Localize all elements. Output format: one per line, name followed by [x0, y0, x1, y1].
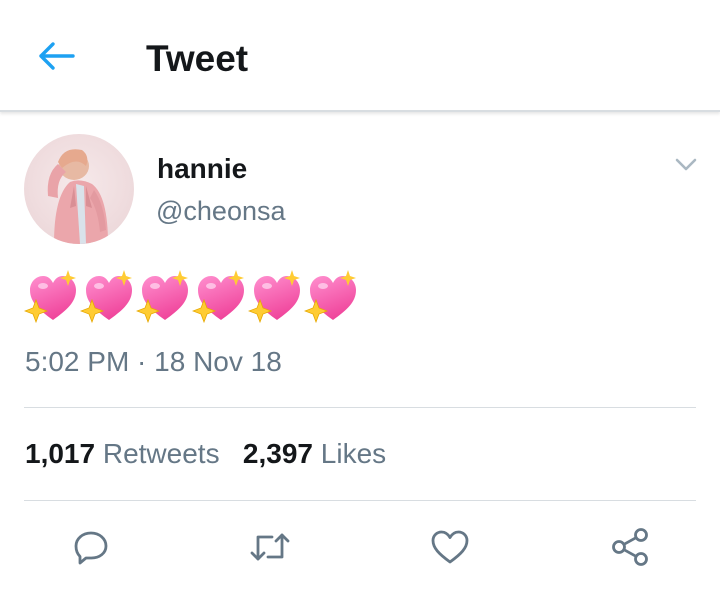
avatar-photo: [47, 149, 108, 244]
sparkling-heart-emoji: [304, 270, 356, 324]
like-button[interactable]: [425, 524, 475, 570]
retweets-stat[interactable]: 1,017 Retweets: [25, 438, 220, 469]
divider: [24, 407, 696, 408]
page-title: Tweet: [146, 38, 249, 79]
likes-count: 2,397: [242, 438, 313, 469]
sparkling-heart-emoji: [192, 270, 244, 324]
chevron-down-icon: [675, 158, 697, 171]
tweet-detail-screen: Tweet hannie @cheonsa 5:02 PM · 18 Nov 1…: [0, 0, 720, 600]
arrow-left-icon: [39, 42, 75, 70]
retweets-count: 1,017: [25, 438, 96, 469]
share-icon: [612, 528, 648, 566]
more-options-button[interactable]: [668, 150, 704, 180]
sparkling-heart-emoji: [80, 270, 132, 324]
retweet-button[interactable]: [245, 524, 295, 570]
sparkling-heart-emoji: [136, 270, 188, 324]
retweet-icon: [250, 533, 290, 561]
reply-icon: [74, 531, 108, 565]
tweet-text: [24, 268, 358, 328]
retweets-label: Retweets: [102, 438, 220, 469]
like-icon: [431, 530, 469, 564]
tweet-stats: 1,017 Retweets 2,397 Likes: [25, 438, 386, 470]
share-button[interactable]: [605, 524, 655, 570]
divider: [24, 500, 696, 501]
tweet-timestamp[interactable]: 5:02 PM · 18 Nov 18: [25, 346, 282, 378]
likes-label: Likes: [320, 438, 387, 469]
likes-stat[interactable]: 2,397 Likes: [243, 438, 386, 469]
author-display-name[interactable]: hannie: [157, 153, 247, 185]
app-header: Tweet: [0, 0, 720, 112]
back-button[interactable]: [34, 36, 78, 76]
avatar[interactable]: [24, 134, 134, 244]
sparkling-heart-emoji: [24, 270, 76, 324]
author-handle[interactable]: @cheonsa: [156, 196, 286, 227]
sparkling-heart-emoji: [248, 270, 300, 324]
reply-button[interactable]: [66, 524, 116, 570]
